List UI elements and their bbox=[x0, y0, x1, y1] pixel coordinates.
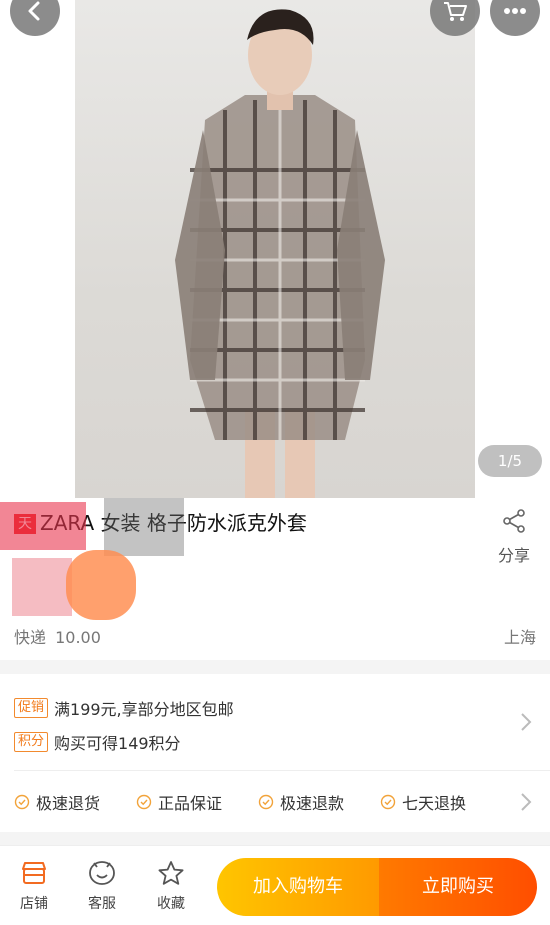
shipping-label: 快递 bbox=[14, 628, 47, 647]
product-title-text: ZARA 女装 格子防水派克外套 bbox=[40, 511, 307, 535]
guarantee-item: 七天退换 bbox=[380, 790, 466, 814]
points-row: 积分 购买可得149积分 bbox=[14, 730, 181, 754]
product-title: 天 ZARA 女装 格子防水派克外套 bbox=[14, 508, 454, 538]
shipping-fee: 10.00 bbox=[55, 628, 101, 647]
promotion-section[interactable]: 促销 满199元,享部分地区包邮 积分 购买可得149积分 极速退货 正品保证 … bbox=[0, 674, 550, 832]
store-icon bbox=[22, 862, 46, 884]
guarantee-label: 七天退换 bbox=[402, 794, 467, 813]
check-circle-icon bbox=[136, 794, 152, 810]
ship-origin: 上海 bbox=[503, 628, 536, 647]
product-info: 天 ZARA 女装 格子防水派克外套 分享 快递 10.00 上海 bbox=[0, 498, 550, 660]
shop-button[interactable]: 店铺 bbox=[12, 860, 56, 913]
gallery-counter: 1/5 bbox=[478, 445, 542, 477]
guarantee-label: 正品保证 bbox=[158, 794, 223, 813]
check-circle-icon bbox=[258, 794, 274, 810]
share-button[interactable]: 分享 bbox=[492, 508, 536, 566]
guarantee-label: 极速退货 bbox=[36, 794, 101, 813]
add-to-cart-button[interactable]: 加入购物车 bbox=[217, 858, 379, 916]
promo-badge: 促销 bbox=[14, 698, 49, 718]
check-circle-icon bbox=[14, 794, 30, 810]
chevron-right-icon[interactable] bbox=[520, 792, 532, 812]
guarantee-item: 正品保证 bbox=[136, 790, 222, 814]
points-badge: 积分 bbox=[14, 732, 49, 752]
more-icon bbox=[504, 8, 526, 14]
shipping-row: 快递 10.00 上海 bbox=[14, 624, 536, 648]
service-icon bbox=[89, 861, 115, 885]
check-circle-icon bbox=[380, 794, 396, 810]
customer-service-button[interactable]: 客服 bbox=[80, 860, 124, 913]
service-label: 客服 bbox=[88, 896, 116, 912]
favorite-label: 收藏 bbox=[157, 896, 185, 912]
share-label: 分享 bbox=[497, 546, 530, 565]
bottom-action-bar: 店铺 客服 收藏 加入购物车 立即购买 bbox=[0, 845, 550, 925]
guarantee-list[interactable]: 极速退货 正品保证 极速退款 七天退换 bbox=[14, 790, 534, 814]
guarantee-item: 极速退款 bbox=[258, 790, 344, 814]
divider bbox=[14, 770, 550, 771]
model-illustration bbox=[175, 9, 385, 498]
share-icon bbox=[503, 509, 525, 533]
buy-now-button[interactable]: 立即购买 bbox=[379, 858, 537, 916]
promo-text: 满199元,享部分地区包邮 bbox=[54, 700, 234, 719]
guarantee-label: 极速退款 bbox=[280, 794, 345, 813]
points-text: 购买可得149积分 bbox=[54, 734, 181, 753]
promotion-row: 促销 满199元,享部分地区包邮 bbox=[14, 696, 234, 720]
star-icon bbox=[158, 861, 184, 885]
back-button[interactable] bbox=[10, 0, 60, 36]
shop-label: 店铺 bbox=[20, 896, 48, 912]
favorite-button[interactable]: 收藏 bbox=[149, 860, 193, 913]
guarantee-item: 极速退货 bbox=[14, 790, 100, 814]
more-button[interactable] bbox=[490, 0, 540, 36]
product-gallery[interactable]: 1/5 bbox=[0, 0, 550, 498]
cart-icon bbox=[444, 2, 467, 21]
back-icon bbox=[28, 1, 40, 21]
product-photo[interactable] bbox=[75, 0, 475, 498]
shop-tag: 天 bbox=[14, 514, 36, 534]
chevron-right-icon[interactable] bbox=[520, 712, 532, 732]
